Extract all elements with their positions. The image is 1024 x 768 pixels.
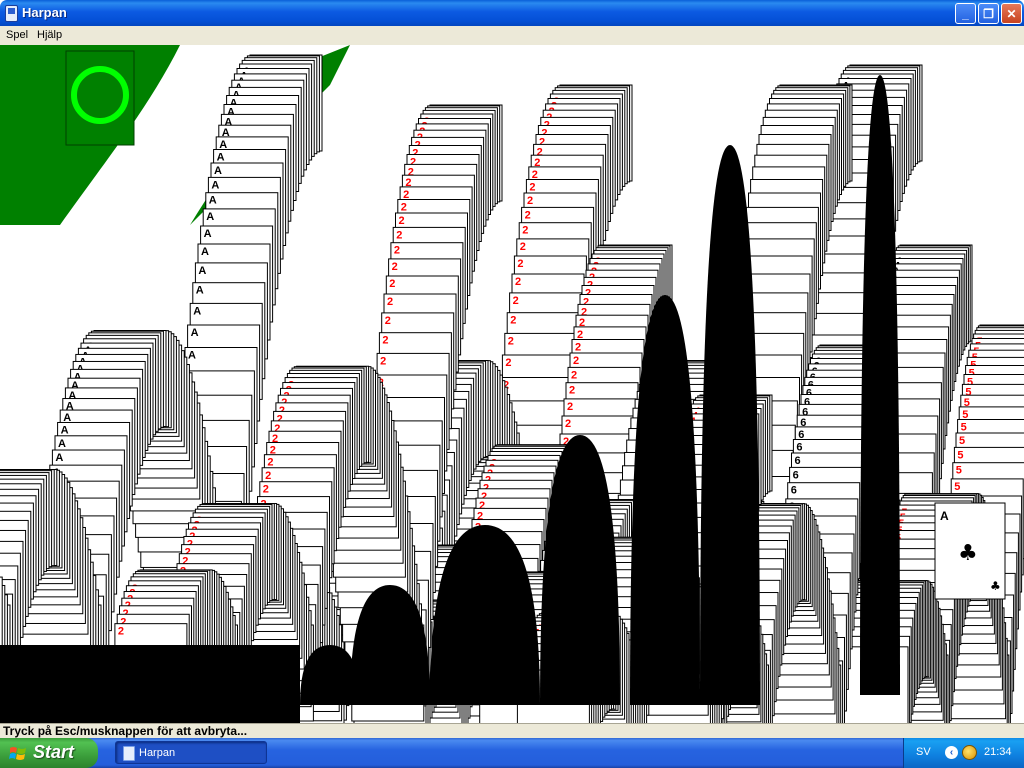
svg-text:A: A: [211, 179, 219, 191]
maximize-icon: ❐: [983, 6, 994, 21]
svg-text:2: 2: [515, 276, 521, 288]
svg-text:2: 2: [118, 626, 124, 638]
taskbar: Start Harpan SV ‹ 21:34: [0, 738, 1024, 768]
title-bar[interactable]: Harpan _ ❐ ✕: [0, 0, 1024, 26]
svg-text:2: 2: [575, 342, 581, 354]
show-hidden-icons-button[interactable]: ‹: [945, 746, 958, 759]
taskbar-button-label: Harpan: [139, 747, 176, 759]
card-cascade: AAAAAAAAAAAAAAAAAAAAAAAAAAAAAAAAAAAAAAAA…: [0, 45, 1024, 723]
svg-text:A: A: [217, 152, 225, 164]
game-board[interactable]: AAAAAAAAAAAAAAAAAAAAAAAAAAAAAAAAAAAAAAAA…: [0, 45, 1024, 723]
svg-text:A: A: [191, 327, 199, 339]
svg-text:A: A: [214, 165, 222, 177]
status-text: Tryck på Esc/musknappen för att avbryta.…: [3, 724, 248, 738]
svg-text:2: 2: [265, 470, 271, 482]
svg-text:A: A: [198, 265, 206, 277]
svg-text:5: 5: [956, 465, 962, 477]
svg-text:2: 2: [522, 225, 528, 237]
svg-text:2: 2: [520, 241, 526, 253]
menu-spel[interactable]: Spel: [6, 29, 28, 41]
taskbar-button-harpan[interactable]: Harpan: [115, 741, 267, 764]
svg-text:2: 2: [505, 357, 511, 369]
svg-text:2: 2: [389, 278, 395, 290]
svg-text:A: A: [55, 452, 63, 464]
svg-text:2: 2: [529, 182, 535, 194]
svg-text:6: 6: [791, 485, 797, 497]
svg-text:2: 2: [508, 335, 514, 347]
clock: 21:34: [984, 746, 1012, 758]
svg-text:A: A: [940, 509, 949, 523]
svg-text:6: 6: [793, 469, 799, 481]
windows-logo-icon: [9, 747, 26, 760]
menu-bar: Spel Hjälp: [0, 26, 1024, 45]
svg-text:2: 2: [387, 296, 393, 308]
minimize-icon: _: [962, 6, 969, 21]
svg-text:2: 2: [382, 335, 388, 347]
svg-text:A: A: [196, 285, 204, 297]
svg-text:A: A: [188, 350, 196, 362]
svg-text:2: 2: [527, 195, 533, 207]
svg-text:2: 2: [396, 229, 402, 241]
svg-text:2: 2: [513, 295, 519, 307]
svg-text:2: 2: [263, 484, 269, 496]
svg-text:2: 2: [569, 385, 575, 397]
svg-text:♣: ♣: [990, 579, 1001, 593]
svg-text:2: 2: [392, 261, 398, 273]
svg-text:2: 2: [567, 401, 573, 413]
svg-text:6: 6: [796, 442, 802, 454]
svg-text:2: 2: [517, 258, 523, 270]
svg-text:2: 2: [267, 457, 273, 469]
close-button[interactable]: ✕: [1001, 3, 1022, 24]
start-label: Start: [33, 742, 75, 762]
svg-text:5: 5: [959, 435, 965, 447]
svg-text:5: 5: [961, 422, 967, 434]
svg-text:A: A: [209, 195, 217, 207]
globe-icon[interactable]: [962, 745, 977, 760]
close-icon: ✕: [1006, 6, 1017, 21]
minimize-button[interactable]: _: [955, 3, 976, 24]
svg-text:2: 2: [385, 315, 391, 327]
window-title: Harpan: [22, 5, 67, 20]
svg-text:2: 2: [565, 418, 571, 430]
svg-text:2: 2: [399, 215, 405, 227]
svg-text:2: 2: [571, 369, 577, 381]
svg-text:2: 2: [573, 355, 579, 367]
svg-text:6: 6: [795, 455, 801, 467]
status-bar: Tryck på Esc/musknappen för att avbryta.…: [0, 723, 1024, 738]
language-indicator[interactable]: SV: [916, 746, 931, 758]
start-button[interactable]: Start: [0, 738, 98, 768]
app-icon: [5, 5, 18, 22]
svg-text:2: 2: [510, 315, 516, 327]
svg-text:A: A: [206, 211, 214, 223]
svg-text:5: 5: [954, 481, 960, 493]
svg-text:A: A: [61, 424, 69, 436]
svg-text:2: 2: [525, 209, 531, 221]
svg-text:♣: ♣: [958, 541, 978, 566]
svg-text:2: 2: [401, 202, 407, 214]
svg-text:A: A: [193, 305, 201, 317]
svg-text:A: A: [204, 228, 212, 240]
svg-text:A: A: [58, 438, 66, 450]
app-icon: [123, 746, 135, 761]
svg-text:5: 5: [957, 449, 963, 461]
maximize-button[interactable]: ❐: [978, 3, 999, 24]
svg-text:2: 2: [394, 245, 400, 257]
svg-text:2: 2: [380, 355, 386, 367]
menu-hjalp[interactable]: Hjälp: [37, 29, 62, 41]
system-tray: SV ‹ 21:34: [903, 738, 1024, 768]
svg-text:A: A: [201, 246, 209, 258]
